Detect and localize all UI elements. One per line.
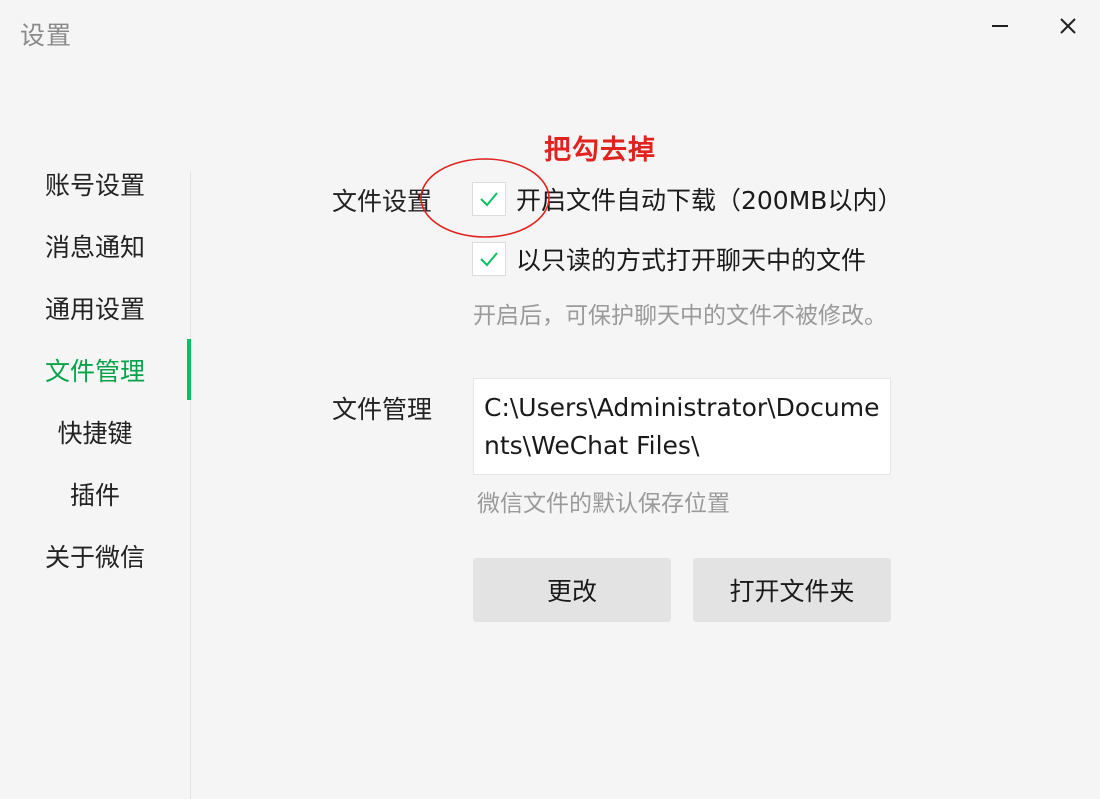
sidebar-item-label: 关于微信 xyxy=(44,543,145,572)
file-settings-label: 文件设置 xyxy=(332,187,433,216)
auto-download-label: 开启文件自动下载（200MB以内） xyxy=(516,186,903,215)
sidebar-item-general[interactable]: 通用设置 xyxy=(0,288,190,328)
sidebar-item-file-management[interactable]: 文件管理 xyxy=(0,350,190,390)
checkmark-icon xyxy=(480,252,498,267)
read-only-checkbox[interactable] xyxy=(472,242,506,276)
settings-window: 设置 账号设置 消息通知 通用设置 文件管理 快捷键 插件 关于微信 文件设置 xyxy=(0,0,1100,799)
sidebar-item-label: 文件管理 xyxy=(44,357,145,386)
file-path-hint: 微信文件的默认保存位置 xyxy=(477,491,730,517)
window-title: 设置 xyxy=(20,21,73,50)
annotation-text: 把勾去掉 xyxy=(544,135,656,166)
read-only-hint: 开启后，可保护聊天中的文件不被修改。 xyxy=(473,303,887,329)
sidebar-item-label: 快捷键 xyxy=(57,419,133,448)
sidebar-item-about[interactable]: 关于微信 xyxy=(0,536,190,576)
minimize-icon xyxy=(992,25,1008,27)
sidebar-item-label: 插件 xyxy=(69,481,120,510)
sidebar-item-label: 消息通知 xyxy=(44,233,145,262)
open-folder-button[interactable]: 打开文件夹 xyxy=(693,558,891,622)
file-path-display[interactable]: C:\Users\Administrator\Documents\WeChat … xyxy=(473,378,891,475)
sidebar-item-label: 账号设置 xyxy=(44,171,145,200)
close-button[interactable] xyxy=(1048,6,1088,46)
sidebar-item-label: 通用设置 xyxy=(44,295,145,324)
read-only-option[interactable]: 以只读的方式打开聊天中的文件 xyxy=(472,241,866,277)
change-button[interactable]: 更改 xyxy=(473,558,671,622)
file-management-label: 文件管理 xyxy=(332,395,433,424)
sidebar-divider xyxy=(190,172,191,799)
sidebar-item-account[interactable]: 账号设置 xyxy=(0,164,190,204)
sidebar-item-plugins[interactable]: 插件 xyxy=(0,474,190,514)
sidebar-item-shortcuts[interactable]: 快捷键 xyxy=(0,412,190,452)
annotation-circle xyxy=(420,158,550,238)
sidebar-item-notifications[interactable]: 消息通知 xyxy=(0,226,190,266)
close-icon xyxy=(1060,18,1076,34)
minimize-button[interactable] xyxy=(980,6,1020,46)
read-only-label: 以只读的方式打开聊天中的文件 xyxy=(516,246,867,275)
